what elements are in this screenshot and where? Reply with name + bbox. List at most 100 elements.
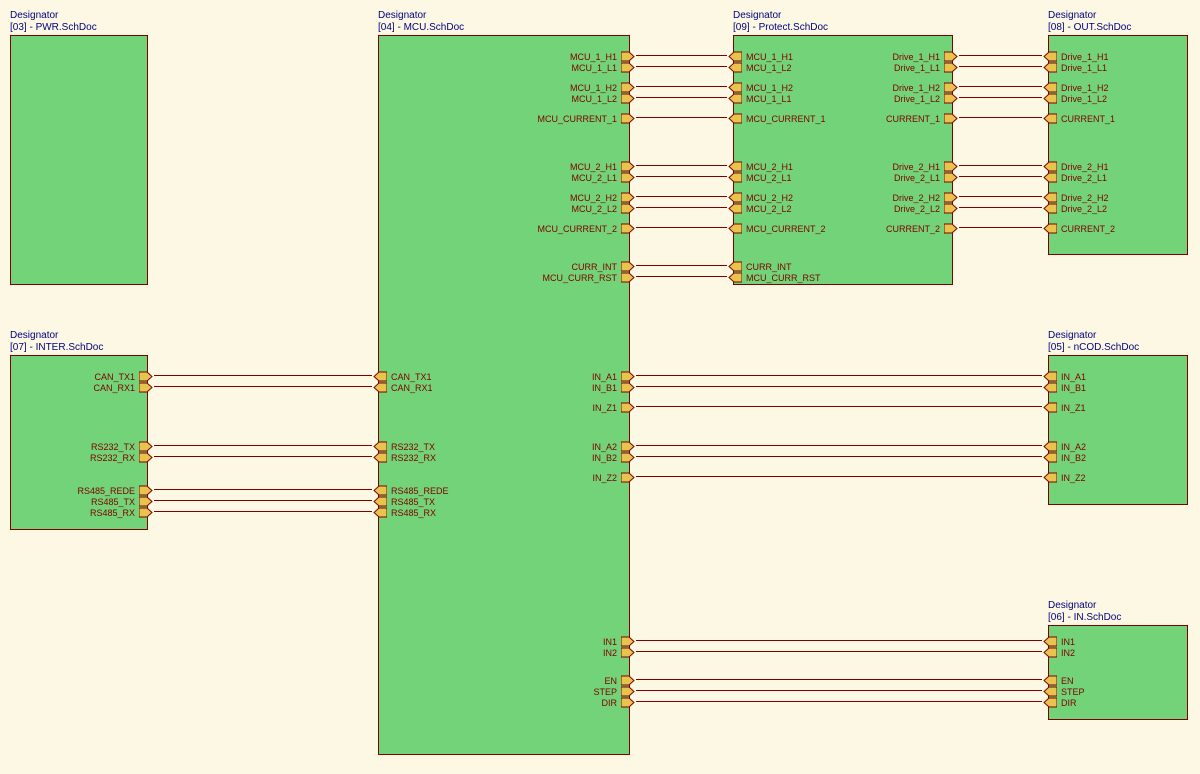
port-arrow-icon	[621, 51, 635, 62]
port-arrow-icon	[728, 62, 742, 73]
port-arrow-icon	[1043, 441, 1057, 452]
port-label: Drive_2_L1	[894, 173, 940, 183]
port-arrow-icon	[373, 441, 387, 452]
port-arrow-icon	[728, 223, 742, 234]
port-arrow-icon	[621, 452, 635, 463]
port-label: IN_B2	[592, 453, 617, 463]
wire	[959, 165, 1042, 166]
port-arrow-icon	[944, 192, 958, 203]
port-arrow-icon	[621, 472, 635, 483]
mcu-title: Designator	[378, 10, 426, 21]
port-arrow-icon	[621, 223, 635, 234]
port-label: MCU_1_L2	[571, 94, 617, 104]
port-label: Drive_1_H2	[1061, 83, 1109, 93]
port-label: RS485_TX	[91, 497, 135, 507]
wire	[636, 690, 1042, 691]
port: IN2	[603, 647, 635, 658]
wire	[636, 196, 727, 197]
wire	[636, 375, 1042, 376]
wire	[959, 55, 1042, 56]
port: RS485_REDE	[373, 485, 449, 496]
port-arrow-icon	[1043, 192, 1057, 203]
port: MCU_1_H2	[728, 82, 793, 93]
out-block: Drive_1_H1Drive_1_L1Drive_1_H2Drive_1_L2…	[1048, 35, 1188, 255]
port-arrow-icon	[621, 647, 635, 658]
port-arrow-icon	[373, 485, 387, 496]
port: CAN_RX1	[373, 382, 433, 393]
mcu-sub: [04] - MCU.SchDoc	[378, 22, 464, 33]
port: RS485_RX	[90, 507, 153, 518]
pwr-block	[10, 35, 148, 285]
ncod-sub: [05] - nCOD.SchDoc	[1048, 342, 1139, 353]
port: MCU_2_H2	[570, 192, 635, 203]
port-arrow-icon	[621, 261, 635, 272]
port-arrow-icon	[621, 192, 635, 203]
wire	[636, 265, 727, 266]
port-label: MCU_1_H2	[746, 83, 793, 93]
port-arrow-icon	[373, 371, 387, 382]
wire	[154, 500, 372, 501]
port: MCU_CURR_RST	[728, 272, 821, 283]
wire	[959, 86, 1042, 87]
port: MCU_2_L1	[571, 172, 635, 183]
port: MCU_CURR_RST	[542, 272, 635, 283]
port-label: IN_B2	[1061, 453, 1086, 463]
port-arrow-icon	[1043, 686, 1057, 697]
port: IN_B2	[1043, 452, 1086, 463]
port: RS485_REDE	[77, 485, 153, 496]
port: RS485_TX	[91, 496, 153, 507]
wire	[959, 176, 1042, 177]
inter-block: CAN_TX1CAN_RX1RS232_TXRS232_RXRS485_REDE…	[10, 355, 148, 530]
wire	[636, 66, 727, 67]
port: Drive_1_L2	[894, 93, 958, 104]
port: RS232_TX	[373, 441, 435, 452]
port-arrow-icon	[944, 172, 958, 183]
wire	[154, 386, 372, 387]
port: RS232_RX	[90, 452, 153, 463]
port-arrow-icon	[1043, 93, 1057, 104]
port: IN_Z1	[592, 402, 635, 413]
wire	[636, 679, 1042, 680]
port-label: Drive_1_L1	[1061, 63, 1107, 73]
port: Drive_2_H2	[1043, 192, 1109, 203]
port-label: Drive_2_L2	[894, 204, 940, 214]
port-arrow-icon	[621, 161, 635, 172]
port-arrow-icon	[728, 261, 742, 272]
port: CURR_INT	[571, 261, 635, 272]
port-arrow-icon	[621, 382, 635, 393]
port-label: MCU_CURRENT_1	[537, 114, 617, 124]
port-arrow-icon	[621, 203, 635, 214]
port: CURRENT_2	[886, 223, 958, 234]
wire	[636, 386, 1042, 387]
port-label: IN1	[1061, 637, 1075, 647]
port-label: CURRENT_2	[886, 224, 940, 234]
port-label: Drive_1_L1	[894, 63, 940, 73]
port-label: MCU_2_L1	[571, 173, 617, 183]
port-arrow-icon	[621, 686, 635, 697]
wire	[636, 227, 727, 228]
port-label: STEP	[593, 687, 617, 697]
port-arrow-icon	[1043, 472, 1057, 483]
port-arrow-icon	[944, 203, 958, 214]
port-label: RS232_TX	[91, 442, 135, 452]
port-label: CURR_INT	[571, 262, 617, 272]
port-arrow-icon	[1043, 172, 1057, 183]
wire	[636, 476, 1042, 477]
port-arrow-icon	[728, 113, 742, 124]
port-arrow-icon	[621, 441, 635, 452]
port: MCU_CURRENT_2	[537, 223, 635, 234]
port: IN_B1	[592, 382, 635, 393]
port: MCU_CURRENT_1	[728, 113, 826, 124]
port: MCU_1_L2	[571, 93, 635, 104]
port-arrow-icon	[139, 485, 153, 496]
pwr-sub: [03] - PWR.SchDoc	[10, 22, 97, 33]
wire	[154, 456, 372, 457]
port: IN_A1	[592, 371, 635, 382]
port: IN_B1	[1043, 382, 1086, 393]
port: Drive_1_L1	[1043, 62, 1107, 73]
port: IN_A2	[592, 441, 635, 452]
port-label: MCU_1_L1	[746, 94, 792, 104]
port-label: RS232_RX	[391, 453, 436, 463]
port: RS232_RX	[373, 452, 436, 463]
wire	[636, 176, 727, 177]
